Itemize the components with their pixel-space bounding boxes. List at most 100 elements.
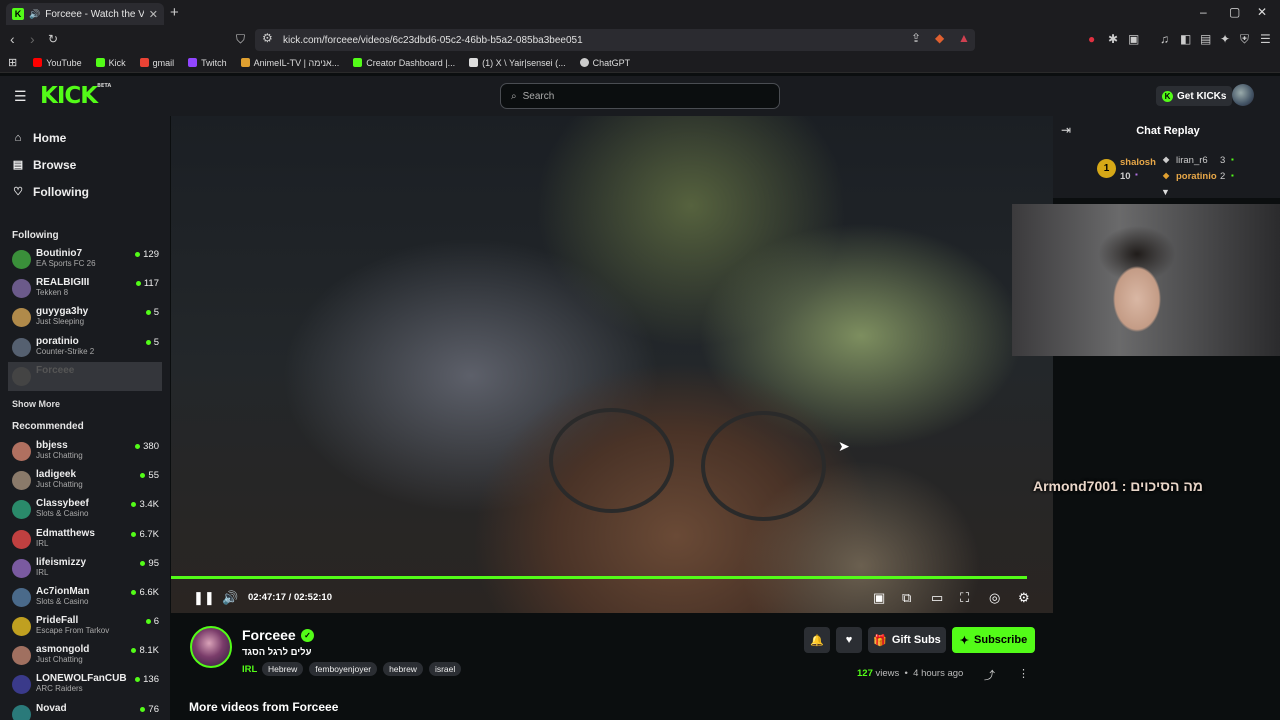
channel-name[interactable]: Forceee [242, 627, 296, 643]
back-icon[interactable]: ‹ [10, 31, 15, 47]
bookmark-icon[interactable]: ⛉ [236, 32, 245, 47]
sidebar-toggle-icon[interactable]: ◧ [1180, 32, 1191, 46]
screenshot-icon[interactable]: ▣ [1128, 32, 1139, 46]
bookmark-creator-dashboard[interactable]: Creator Dashboard |... [353, 58, 455, 68]
bookmark-twitch[interactable]: Twitch [188, 58, 227, 68]
get-kicks-button[interactable]: K Get KICKs [1156, 86, 1233, 106]
viewer-count: 3.4K [131, 499, 159, 510]
expand-leaderboard-icon[interactable]: ▼ [1161, 187, 1170, 197]
x-icon [469, 58, 479, 67]
viewer-count-value: 6.6K [139, 586, 159, 598]
leaderboard-user-3[interactable]: poratinio [1176, 171, 1217, 182]
bookmark-gmail[interactable]: gmail [139, 58, 174, 68]
sidebar-channel-lifeismizzy[interactable]: lifeismizzy IRL 95 [0, 554, 170, 583]
new-tab-icon[interactable]: + [170, 4, 179, 21]
video-progress-bar[interactable] [171, 576, 1027, 579]
theater-mode-icon[interactable]: ▭ [931, 590, 943, 606]
channel-avatar[interactable] [190, 626, 232, 668]
sidebar-channel-lonewolfancub[interactable]: LONEWOLFanCUB ARC Raiders 136 [0, 670, 170, 699]
sidebar-channel-guyyga3hy[interactable]: guyyga3hy Just Sleeping 5 [0, 303, 170, 332]
bookmark-x[interactable]: (1) X \ Yair|sensei (... [469, 58, 566, 68]
bookmark-kick[interactable]: Kick [95, 58, 126, 68]
settings-gear-icon[interactable]: ⚙ [1018, 590, 1030, 606]
video-player[interactable] [171, 116, 1053, 613]
channel-category: Just Sleeping [36, 317, 85, 327]
gift-icon: 🎁 [873, 634, 887, 647]
pause-icon[interactable]: ❚❚ [193, 590, 215, 606]
bookmark-animeil[interactable]: AnimeIL-TV | אנימה... [240, 58, 339, 68]
bookmark-chatgpt[interactable]: ChatGPT [579, 58, 630, 68]
sidebar-nav-browse[interactable]: ▤ Browse [0, 151, 170, 178]
share-page-icon[interactable]: ⇪ [911, 31, 921, 45]
leo-icon[interactable]: ✦ [1220, 32, 1230, 46]
category-link[interactable]: IRL [242, 664, 257, 675]
kick-logo[interactable]: KICKBETA [40, 83, 111, 109]
follow-button[interactable]: ♥ [836, 627, 862, 653]
leaderboard-user-1[interactable]: shalosh [1120, 157, 1156, 168]
sidebar-channel-edmatthews[interactable]: Edmatthews IRL 6.7K [0, 525, 170, 554]
playback-speed-icon[interactable]: ◎ [989, 590, 1000, 606]
address-row: ‹ › ↻ ⛉ kick.com/forceee/videos/6c23dbd6… [0, 27, 1280, 53]
notifications-button[interactable]: 🔔 [804, 627, 830, 653]
gift-subs-button[interactable]: 🎁 Gift Subs [868, 627, 946, 653]
vpn-icon[interactable]: ⛨ [1240, 32, 1249, 47]
viewer-count: 129 [135, 249, 159, 260]
sidebar-channel-bbjess[interactable]: bbjess Just Chatting 380 [0, 437, 170, 466]
sidebar-channel-realbigiii[interactable]: REALBIGIII Tekken 8 117 [0, 274, 170, 303]
address-bar[interactable]: kick.com/forceee/videos/6c23dbd6-05c2-46… [255, 29, 975, 51]
show-more-button[interactable]: Show More [0, 391, 170, 417]
extensions-icon[interactable]: ✱ [1108, 32, 1118, 46]
close-window-icon[interactable]: ✕ [1257, 5, 1267, 19]
viewer-count-value: 136 [143, 674, 159, 686]
collapse-chat-icon[interactable]: ⇥ [1061, 123, 1071, 137]
close-tab-icon[interactable]: ✕ [149, 8, 158, 21]
sidebar-channel-forceee[interactable]: Forceee [8, 361, 162, 391]
miniplayer-icon[interactable]: ▣ [873, 590, 885, 606]
volume-icon[interactable]: 🔊 [222, 590, 238, 606]
sidebar-channel-poratinio[interactable]: poratinio Counter-Strike 25 [0, 333, 170, 362]
hamburger-menu-icon[interactable]: ☰ [14, 88, 27, 105]
forward-icon[interactable]: › [30, 31, 35, 47]
extension-red-icon[interactable]: ● [1088, 32, 1095, 46]
fullscreen-icon[interactable]: ⛶ [960, 590, 969, 606]
tag[interactable]: Hebrew [262, 662, 304, 676]
media-icon[interactable]: ♫ [1160, 32, 1169, 46]
sidebar-channel-pridefall[interactable]: PrideFall Escape From Tarkov 6 [0, 612, 170, 641]
sidebar-channel-asmongold[interactable]: asmongold Just Chatting 8.1K [0, 641, 170, 670]
channel-name: Forceee [36, 364, 75, 376]
tag[interactable]: hebrew [383, 662, 423, 676]
wallet-icon[interactable]: ▤ [1200, 32, 1211, 46]
browser-tab[interactable]: K 🔊 Forceee - Watch the VOD on ✕ [6, 3, 164, 25]
sidebar-channel-classybeef[interactable]: Classybeef Slots & Casino 3.4K [0, 495, 170, 524]
bookmark-youtube[interactable]: YouTube [33, 58, 82, 68]
maximize-icon[interactable]: ▢ [1229, 5, 1240, 19]
tag-list: Hebrew femboyenjoyer hebrew israel [262, 662, 462, 676]
sidebar-channel-ladigeek[interactable]: ladigeek Just Chatting 55 [0, 466, 170, 495]
leaderboard-user-2[interactable]: liran_r6 [1176, 155, 1208, 166]
rewards-icon[interactable]: ▲ [958, 31, 970, 45]
live-dot-icon [131, 531, 137, 537]
more-options-icon[interactable]: ⋮ [1018, 667, 1029, 680]
reload-icon[interactable]: ↻ [48, 32, 58, 46]
brave-shield-icon[interactable]: ◆ [935, 31, 944, 45]
user-avatar[interactable] [1232, 84, 1254, 106]
sidebar-channel-novad[interactable]: Novad 76 [0, 700, 170, 720]
viewer-count: 117 [135, 278, 159, 289]
viewer-count-value: 6 [153, 616, 159, 628]
viewer-count: 6.7K [131, 529, 159, 540]
tag[interactable]: femboyenjoyer [309, 662, 378, 676]
tag[interactable]: israel [428, 662, 462, 676]
share-icon[interactable]: ⤴ [984, 667, 995, 683]
sidebar-channel-boutinio7[interactable]: Boutinio7 EA Sports FC 26 129 [0, 245, 170, 274]
site-info-icon[interactable]: ⚙ [262, 31, 273, 45]
sidebar-nav-home[interactable]: ⌂ Home [0, 124, 170, 151]
clip-icon[interactable]: ⧉ [902, 590, 911, 606]
apps-grid-icon[interactable]: ⊞ [8, 56, 17, 69]
sidebar-channel-ac7ionman[interactable]: Ac7ionMan Slots & Casino 6.6K [0, 583, 170, 612]
search-input[interactable]: ⌕ Search [500, 83, 780, 109]
channel-avatar [12, 441, 31, 461]
subscribe-button[interactable]: ✦ Subscribe [952, 627, 1035, 653]
minimize-icon[interactable]: – [1200, 5, 1207, 19]
menu-icon[interactable]: ☰ [1260, 32, 1271, 46]
sidebar-nav-following[interactable]: ♡ Following [0, 178, 170, 205]
